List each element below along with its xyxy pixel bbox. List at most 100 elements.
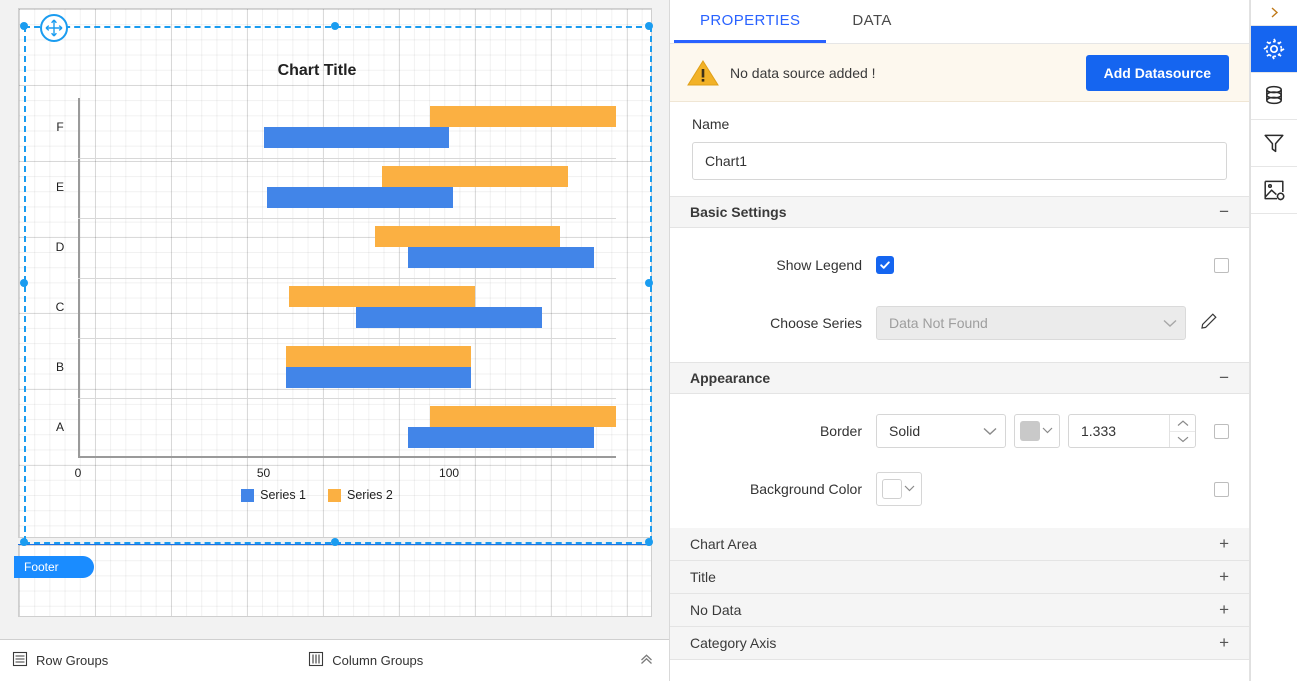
section-header-no-data[interactable]: No Data + [670,594,1249,627]
value-axis-tick-label: 0 [75,466,82,480]
category-gridline [78,398,616,399]
no-datasource-banner: No data source added ! Add Datasource [670,44,1249,102]
right-icon-rail [1250,0,1297,681]
chart-bar-series-2 [289,286,475,307]
section-header-title[interactable]: Title + [670,561,1249,594]
add-datasource-button[interactable]: Add Datasource [1086,55,1229,91]
gear-icon[interactable] [1251,26,1297,73]
pencil-icon[interactable] [1200,312,1218,335]
legend-item[interactable]: Series 2 [328,488,393,502]
name-field-group: Name [670,102,1249,196]
selection-handle-bottom-right[interactable] [645,538,653,546]
chevron-down-icon [1042,426,1053,437]
appearance-title: Appearance [690,370,770,386]
warning-triangle-icon [686,58,720,88]
section-header-appearance[interactable]: Appearance − [670,362,1249,394]
border-width-stepper[interactable]: 1.333 [1068,414,1196,448]
category-label: A [48,420,72,434]
filter-funnel-icon[interactable] [1251,120,1297,167]
chevron-right-icon[interactable] [1251,0,1297,26]
canvas-scroll-area[interactable]: Footer Chart Title FEDCBA 050100 Series … [0,0,669,639]
chart-bar-series-1 [286,367,472,388]
selection-handle-middle-right[interactable] [645,279,653,287]
column-groups-button[interactable]: Column Groups [308,651,423,670]
chart-bar-series-2 [375,226,561,247]
show-legend-checkbox[interactable] [876,256,894,274]
footer-section-tab[interactable]: Footer [14,556,94,578]
row-groups-label: Row Groups [36,653,108,668]
database-icon[interactable] [1251,73,1297,120]
collapsed-sections-list: Chart Area+ Title + No Data + Category Axis + [670,528,1249,660]
chart-widget[interactable]: Chart Title FEDCBA 050100 Series 1Series… [12,20,622,520]
spinner-up-icon[interactable] [1170,415,1195,431]
panel-tab-bar: PROPERTIES DATA [670,0,1249,44]
value-axis-tick-label: 50 [257,466,270,480]
row-groups-button[interactable]: Row Groups [12,651,108,670]
background-color-expression-checkbox[interactable] [1214,482,1229,497]
category-gridline [78,278,616,279]
selection-handle-top-right[interactable] [645,22,653,30]
column-groups-label: Column Groups [332,653,423,668]
section-header-category-axis[interactable]: Category Axis + [670,627,1249,660]
border-style-select[interactable]: Solid [876,414,1006,448]
groups-toolbar[interactable]: Row Groups Column Groups [0,639,669,681]
category-axis-line [78,456,616,458]
category-label: B [48,360,72,374]
section-header-basic-settings[interactable]: Basic Settings − [670,196,1249,228]
border-width-spinner[interactable] [1169,415,1195,447]
name-label: Name [692,116,1227,132]
section-expand-icon[interactable]: + [1219,633,1229,653]
choose-series-select[interactable]: Data Not Found [876,306,1186,340]
show-legend-row: Show Legend [690,244,1229,286]
selection-handle-middle-left[interactable] [20,279,28,287]
section-expand-icon[interactable]: + [1219,534,1229,554]
section-title: Category Axis [690,635,776,651]
image-settings-icon[interactable] [1251,167,1297,214]
section-title: Title [690,569,716,585]
choose-series-row: Choose Series Data Not Found [690,302,1229,344]
move-icon[interactable] [40,14,68,42]
selection-handle-top-center[interactable] [331,22,339,30]
chart-bar-series-2 [430,106,616,127]
value-axis-tick-label: 100 [439,466,459,480]
background-color-row: Background Color [690,468,1229,510]
chart-bar-series-1 [356,307,542,328]
selection-handle-bottom-left[interactable] [20,538,28,546]
tab-data[interactable]: DATA [826,0,917,43]
rows-icon [12,651,28,670]
chevron-down-icon [973,423,997,439]
border-label: Border [690,423,876,439]
border-expression-checkbox[interactable] [1214,424,1229,439]
columns-icon [308,651,324,670]
chevron-double-up-icon[interactable] [638,650,655,671]
spinner-down-icon[interactable] [1170,431,1195,447]
background-color-picker[interactable] [876,472,922,506]
category-label: E [48,180,72,194]
legend-label: Series 1 [260,488,306,502]
name-input[interactable] [692,142,1227,180]
show-legend-expression-checkbox[interactable] [1214,258,1229,273]
border-width-value: 1.333 [1069,423,1169,439]
chart-bar-series-1 [267,187,453,208]
selection-handle-top-left[interactable] [20,22,28,30]
border-color-picker[interactable] [1014,414,1060,448]
section-title: No Data [690,602,741,618]
background-color-label: Background Color [690,481,876,497]
legend-swatch-icon [241,489,254,502]
section-expand-icon[interactable]: + [1219,567,1229,587]
section-header-chart-area[interactable]: Chart Area+ [670,528,1249,561]
chart-title: Chart Title [12,62,622,80]
report-designer-canvas[interactable]: Footer Chart Title FEDCBA 050100 Series … [0,0,670,681]
basic-settings-body: Show Legend Choose Series Data Not Found [670,228,1249,362]
legend-item[interactable]: Series 1 [241,488,306,502]
section-expand-icon[interactable]: + [1219,600,1229,620]
basic-settings-collapse-icon[interactable]: − [1219,202,1229,222]
rail-filler [1251,214,1297,681]
tab-properties[interactable]: PROPERTIES [674,0,826,43]
show-legend-label: Show Legend [690,257,876,273]
selection-handle-bottom-center[interactable] [331,538,339,546]
report-footer-section[interactable] [18,545,652,617]
appearance-collapse-icon[interactable]: − [1219,368,1229,388]
choose-series-value: Data Not Found [889,315,988,331]
background-color-swatch [882,479,902,499]
